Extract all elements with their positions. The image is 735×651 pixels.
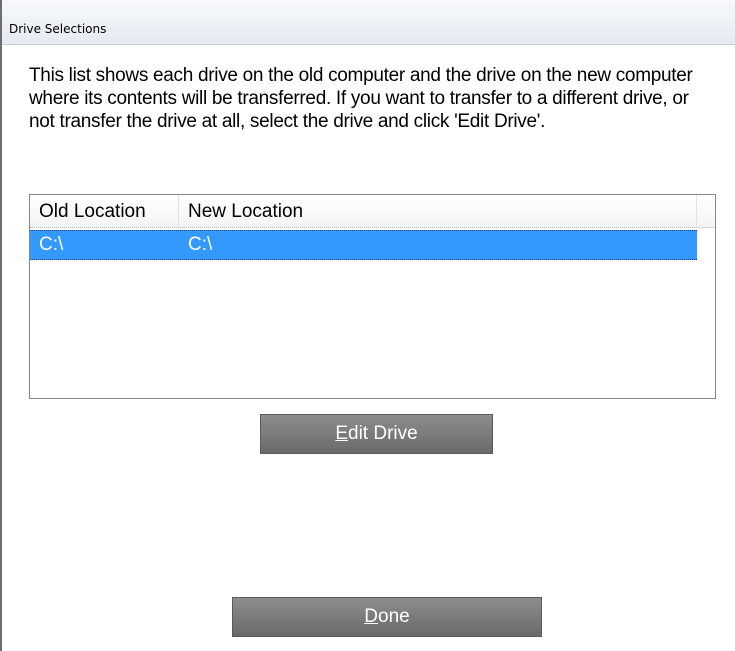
edit-drive-mnemonic: E xyxy=(335,423,348,444)
edit-drive-label: dit Drive xyxy=(348,423,418,444)
window-title: Drive Selections xyxy=(9,22,107,36)
edit-drive-button[interactable]: Edit Drive xyxy=(260,414,493,454)
done-label: one xyxy=(378,606,410,627)
title-bar: Drive Selections xyxy=(2,0,735,45)
drive-selections-window: Drive Selections This list shows each dr… xyxy=(0,0,735,651)
column-header-old-location[interactable]: Old Location xyxy=(30,195,179,227)
drive-list[interactable]: Old Location New Location C:\ C:\ xyxy=(29,194,716,399)
window-border xyxy=(0,0,2,651)
cell-old-location: C:\ xyxy=(39,234,64,255)
instructions-text: This list shows each drive on the old co… xyxy=(29,65,693,132)
column-header-filler xyxy=(697,195,715,227)
list-header: Old Location New Location xyxy=(30,195,715,228)
done-button[interactable]: Done xyxy=(232,597,542,637)
cell-new-location: C:\ xyxy=(188,234,213,255)
list-row-selected[interactable]: C:\ C:\ xyxy=(30,230,697,260)
done-mnemonic: D xyxy=(364,606,379,627)
column-header-new-location[interactable]: New Location xyxy=(179,195,697,227)
